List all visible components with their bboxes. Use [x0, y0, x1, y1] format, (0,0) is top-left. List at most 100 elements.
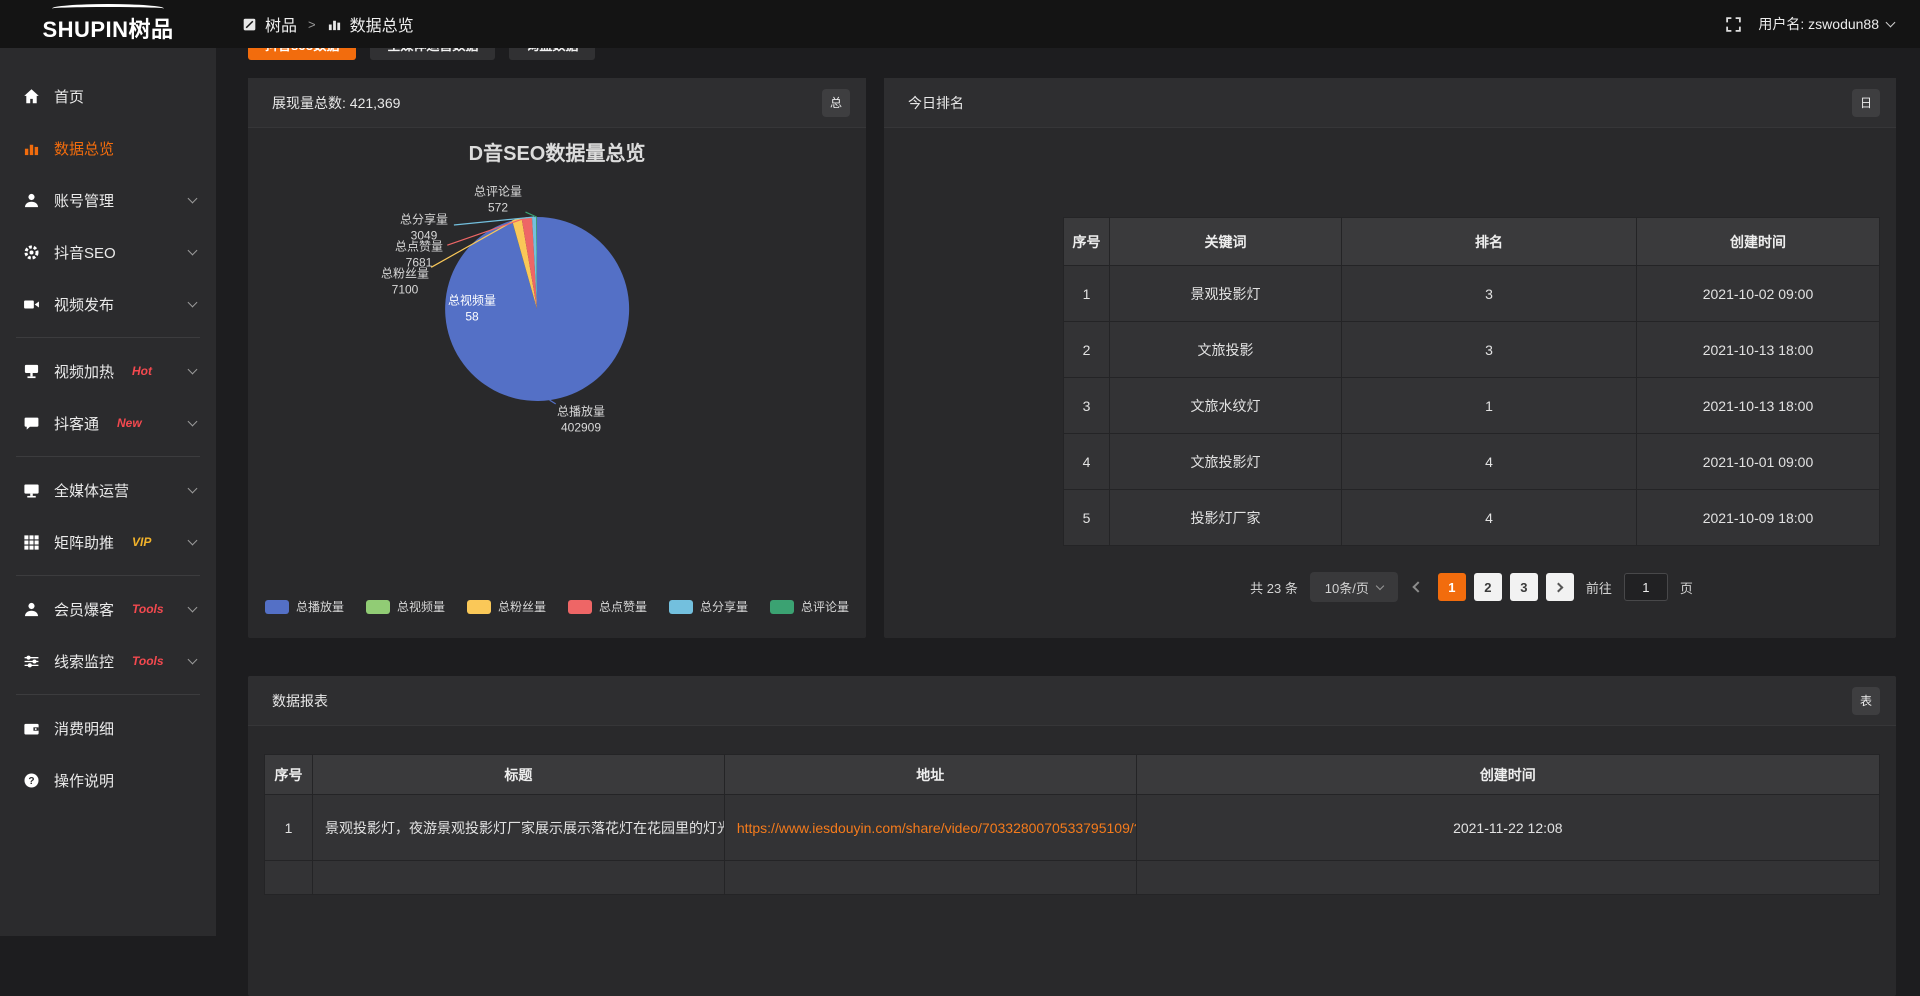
- pie-label-总粉丝量: 总粉丝量7100: [381, 266, 429, 297]
- ranking-cell: 文旅投影: [1110, 322, 1342, 378]
- sidebar-item-video-heat[interactable]: 视频加热Hot: [0, 345, 216, 397]
- ranking-cell: 景观投影灯: [1110, 266, 1342, 322]
- chat-icon: [22, 414, 40, 432]
- ranking-cell: 1: [1342, 378, 1637, 434]
- ranking-cell: 3: [1064, 378, 1110, 434]
- sidebar-divider: [16, 694, 200, 695]
- chevron-down-icon: [188, 603, 198, 613]
- chevron-down-icon: [188, 536, 198, 546]
- legend-swatch: [770, 600, 794, 614]
- ranking-cell: 2021-10-13 18:00: [1637, 322, 1880, 378]
- next-page-button[interactable]: [1546, 573, 1574, 601]
- page-size-select[interactable]: 10条/页: [1310, 572, 1398, 602]
- sidebar-item-label: 数据总览: [54, 138, 114, 159]
- report-panel: 数据报表 表 序号标题地址创建时间1景观投影灯，夜游景观投影灯厂家展示展示落花灯…: [248, 676, 1896, 996]
- report-column-header: 标题: [313, 755, 725, 795]
- pie-label-总点赞量: 总点赞量7681: [395, 239, 443, 270]
- pie-chart-area: D音SEO数据量总览 总播放量总视频量总粉丝量总点赞量总分享量总评论量 总播放量…: [248, 128, 866, 637]
- legend-item-总点赞量[interactable]: 总点赞量: [568, 598, 647, 615]
- logo-text: SHUPIN树品: [42, 12, 173, 44]
- ranking-column-header: 序号: [1064, 218, 1110, 266]
- sidebar-item-label: 会员爆客: [54, 599, 114, 620]
- chevron-down-icon: [1886, 17, 1896, 27]
- total-badge-button[interactable]: 总: [822, 89, 850, 117]
- legend-label: 总播放量: [296, 598, 344, 615]
- ranking-row: 1景观投影灯32021-10-02 09:00: [1064, 266, 1880, 322]
- sidebar-item-douketong[interactable]: 抖客通New: [0, 397, 216, 449]
- legend-item-总分享量[interactable]: 总分享量: [669, 598, 748, 615]
- legend-swatch: [265, 600, 289, 614]
- breadcrumb-root[interactable]: 树品: [265, 12, 297, 36]
- question-icon: ?: [22, 771, 40, 789]
- svg-text:?: ?: [28, 775, 34, 786]
- sidebar-item-badge: VIP: [132, 535, 151, 549]
- report-cell-time: 2021-11-22 12:08: [1136, 795, 1879, 861]
- grid-icon: [22, 533, 40, 551]
- report-link[interactable]: https://www.iesdouyin.com/share/video/70…: [724, 795, 1136, 861]
- sidebar-item-label: 视频发布: [54, 294, 114, 315]
- sidebar-item-home[interactable]: 首页: [0, 70, 216, 122]
- chevron-down-icon: [188, 365, 198, 375]
- user-icon: [22, 191, 40, 209]
- top-header: SHUPIN树品 树品 > 数据总览 用户名: zswodun88: [0, 0, 1920, 48]
- ranking-cell: 1: [1064, 266, 1110, 322]
- report-cell-title: 景观投影灯，夜游景观投影灯厂家展示展示落花灯在花园里的灯光投影应用效果 #: [313, 795, 725, 861]
- page-buttons: 123: [1438, 573, 1574, 601]
- ranking-cell: 3: [1342, 266, 1637, 322]
- report-table: 序号标题地址创建时间1景观投影灯，夜游景观投影灯厂家展示展示落花灯在花园里的灯光…: [264, 754, 1880, 895]
- panels-row: 展现量总数: 421,369 总 D音SEO数据量总览 总播放量总视频量总粉丝量…: [248, 78, 1896, 638]
- sidebar-item-label: 抖客通: [54, 413, 99, 434]
- page-button-3[interactable]: 3: [1510, 573, 1538, 601]
- app-logo[interactable]: SHUPIN树品: [0, 4, 216, 44]
- sidebar-item-label: 消费明细: [54, 718, 114, 739]
- table-badge-button[interactable]: 表: [1852, 687, 1880, 715]
- sidebar-item-video-publish[interactable]: 视频发布: [0, 278, 216, 330]
- sidebar-item-data-overview[interactable]: 数据总览: [0, 122, 216, 174]
- breadcrumb-current: 数据总览: [350, 12, 414, 36]
- legend-item-总评论量[interactable]: 总评论量: [770, 598, 849, 615]
- legend-item-总视频量[interactable]: 总视频量: [366, 598, 445, 615]
- ranking-title: 今日排名: [908, 93, 964, 113]
- chart-legend: 总播放量 总视频量 总粉丝量 总点赞量 总分享量 总评论量: [248, 598, 866, 615]
- ranking-cell: 2021-10-13 18:00: [1637, 378, 1880, 434]
- breadcrumb: 树品 > 数据总览: [242, 12, 414, 36]
- sidebar-item-douyin-seo[interactable]: 抖音SEO: [0, 226, 216, 278]
- legend-item-总播放量[interactable]: 总播放量: [265, 598, 344, 615]
- sidebar-item-consumption-detail[interactable]: 消费明细: [0, 702, 216, 754]
- report-panel-header: 数据报表 表: [248, 676, 1896, 726]
- day-badge-button[interactable]: 日: [1852, 89, 1880, 117]
- sidebar-item-badge: Hot: [132, 364, 152, 378]
- pie-label-总评论量: 总评论量572: [474, 184, 522, 215]
- sidebar-divider: [16, 456, 200, 457]
- sidebar-item-label: 抖音SEO: [54, 242, 116, 263]
- sidebar-item-clue-monitor[interactable]: 线索监控Tools: [0, 635, 216, 687]
- sidebar-item-operation-guide[interactable]: ?操作说明: [0, 754, 216, 806]
- ranking-cell: 文旅投影灯: [1110, 434, 1342, 490]
- sidebar-item-badge: Tools: [132, 602, 164, 616]
- ranking-row: 5投影灯厂家42021-10-09 18:00: [1064, 490, 1880, 546]
- sidebar-item-media-operation[interactable]: 全媒体运营: [0, 464, 216, 516]
- sidebar-item-account-management[interactable]: 账号管理: [0, 174, 216, 226]
- fullscreen-icon[interactable]: [1725, 16, 1742, 33]
- chevron-down-icon: [188, 417, 198, 427]
- legend-label: 总视频量: [397, 598, 445, 615]
- sidebar-item-label: 账号管理: [54, 190, 114, 211]
- wallet-icon: [22, 719, 40, 737]
- ranking-cell: 2: [1064, 322, 1110, 378]
- sidebar-item-member-baoke[interactable]: 会员爆客 Tools: [0, 583, 216, 635]
- page-button-2[interactable]: 2: [1474, 573, 1502, 601]
- legend-label: 总粉丝量: [498, 598, 546, 615]
- ranking-table: 序号关键词排名创建时间1景观投影灯32021-10-02 09:002文旅投影3…: [1063, 217, 1880, 546]
- page-button-1[interactable]: 1: [1438, 573, 1466, 601]
- filter-icon: [22, 652, 40, 670]
- prev-page-icon[interactable]: [1412, 581, 1423, 592]
- monitor-icon: [22, 481, 40, 499]
- user-menu[interactable]: 用户名: zswodun88: [1758, 14, 1894, 34]
- impressions-total: 展现量总数: 421,369: [272, 93, 400, 113]
- ranking-row: 3文旅水纹灯12021-10-13 18:00: [1064, 378, 1880, 434]
- goto-label: 前往: [1586, 578, 1612, 597]
- sidebar-item-matrix-boost[interactable]: 矩阵助推VIP: [0, 516, 216, 568]
- goto-page-input[interactable]: [1624, 573, 1668, 601]
- legend-item-总粉丝量[interactable]: 总粉丝量: [467, 598, 546, 615]
- ranking-cell: 2021-10-09 18:00: [1637, 490, 1880, 546]
